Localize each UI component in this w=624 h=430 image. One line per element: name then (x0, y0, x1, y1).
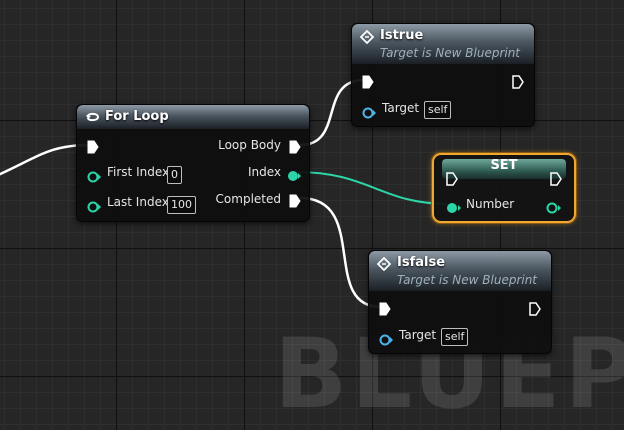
set-exec-in-pin[interactable] (446, 171, 458, 190)
istrue-subtitle: Target is New Blueprint (380, 46, 521, 60)
first-index-pin[interactable] (87, 168, 101, 187)
last-index-input[interactable]: 100 (167, 196, 196, 214)
set-number-out-pin[interactable] (546, 199, 562, 218)
last-index-pin[interactable] (87, 198, 101, 217)
for-loop-header[interactable]: For Loop (77, 105, 309, 129)
loop-body-label: Loop Body (218, 138, 281, 152)
istrue-target-pin[interactable] (362, 104, 376, 123)
istrue-exec-in-pin[interactable] (362, 74, 374, 93)
isfalse-subtitle: Target is New Blueprint (397, 273, 538, 287)
last-index-label: Last Index (107, 195, 169, 209)
set-node[interactable]: SET Number (432, 153, 576, 223)
istrue-exec-out-pin[interactable] (512, 74, 524, 93)
completed-exec-pin[interactable] (289, 193, 301, 212)
loop-icon (85, 110, 101, 129)
isfalse-title: Isfalse (397, 255, 446, 270)
istrue-node[interactable]: Istrue Target is New Blueprint Target se… (351, 23, 535, 127)
istrue-target-value[interactable]: self (424, 101, 452, 119)
for-loop-title: For Loop (105, 109, 169, 124)
isfalse-target-pin[interactable] (379, 331, 393, 350)
istrue-target-label: Target (382, 101, 420, 115)
first-index-input[interactable]: 0 (167, 166, 182, 184)
data-wire-index[interactable] (295, 171, 450, 205)
set-exec-out-pin[interactable] (550, 171, 562, 190)
function-icon (359, 29, 375, 48)
index-pin[interactable] (287, 167, 301, 186)
for-loop-node[interactable]: For Loop Loop Body First Index 0 Index L… (76, 104, 310, 222)
exec-in-pin[interactable] (87, 139, 99, 158)
istrue-title: Istrue (380, 28, 424, 43)
isfalse-node[interactable]: Isfalse Target is New Blueprint Target s… (368, 250, 552, 354)
isfalse-header[interactable]: Isfalse Target is New Blueprint (369, 251, 551, 291)
function-icon (376, 256, 392, 275)
set-number-label: Number (466, 197, 515, 211)
isfalse-target-label: Target (399, 328, 437, 342)
loop-body-exec-pin[interactable] (289, 139, 301, 158)
isfalse-exec-out-pin[interactable] (529, 301, 541, 320)
index-label: Index (247, 165, 281, 179)
istrue-header[interactable]: Istrue Target is New Blueprint (352, 24, 534, 64)
isfalse-exec-in-pin[interactable] (379, 301, 391, 320)
completed-label: Completed (215, 192, 281, 206)
isfalse-target-value[interactable]: self (441, 328, 469, 346)
first-index-label: First Index (107, 165, 170, 179)
set-number-in-pin[interactable] (446, 199, 462, 218)
